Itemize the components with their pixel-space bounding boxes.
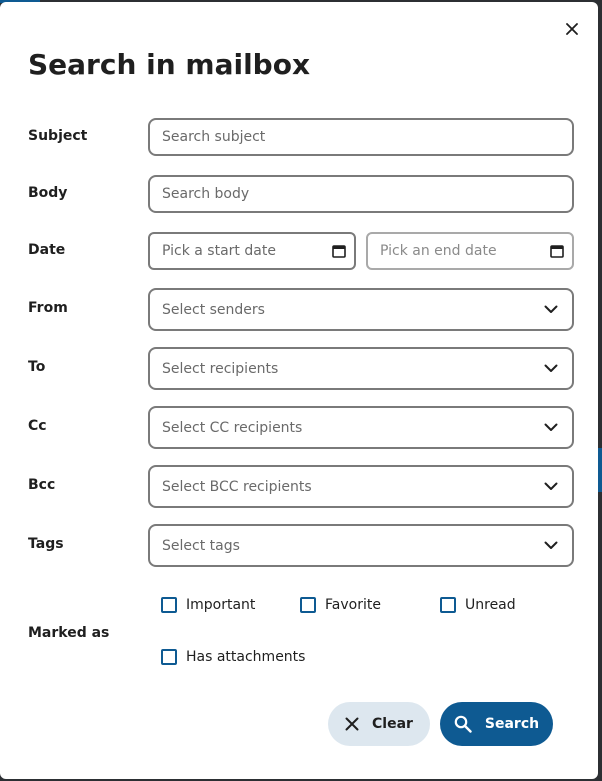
search-icon xyxy=(454,715,472,733)
end-date-placeholder: Pick an end date xyxy=(380,243,497,259)
search-label: Search xyxy=(484,716,540,732)
cc-label: Cc xyxy=(28,418,47,434)
bcc-label: Bcc xyxy=(28,477,56,493)
clear-button[interactable]: Clear xyxy=(328,702,430,746)
from-select[interactable]: Select senders xyxy=(148,288,574,331)
favorite-checkbox[interactable]: Favorite xyxy=(300,597,381,613)
chevron-down-icon xyxy=(544,305,558,313)
subject-placeholder: Search subject xyxy=(162,129,266,145)
body-label: Body xyxy=(28,185,68,201)
has-attachments-label: Has attachments xyxy=(186,649,306,665)
tags-placeholder: Select tags xyxy=(162,537,240,554)
unread-label: Unread xyxy=(465,597,516,613)
search-dialog: Search in mailbox Subject Search subject… xyxy=(0,2,598,779)
has-attachments-checkbox[interactable]: Has attachments xyxy=(161,649,305,665)
body-placeholder: Search body xyxy=(162,186,250,202)
end-date-input[interactable]: Pick an end date xyxy=(366,232,574,270)
unread-checkbox[interactable]: Unread xyxy=(440,597,516,613)
background-app-accent xyxy=(598,448,602,492)
checkbox-box[interactable] xyxy=(300,597,316,613)
cc-select[interactable]: Select CC recipients xyxy=(148,406,574,449)
favorite-label: Favorite xyxy=(325,597,381,613)
marked-as-label: Marked as xyxy=(28,625,110,641)
calendar-icon[interactable] xyxy=(550,244,564,258)
to-label: To xyxy=(28,359,46,375)
start-date-input[interactable]: Pick a start date xyxy=(148,232,356,270)
to-select[interactable]: Select recipients xyxy=(148,347,574,390)
from-label: From xyxy=(28,300,68,316)
clear-label: Clear xyxy=(372,716,413,732)
chevron-down-icon xyxy=(544,423,558,431)
close-button[interactable] xyxy=(561,18,583,40)
body-input[interactable]: Search body xyxy=(148,175,574,213)
important-checkbox[interactable]: Important xyxy=(161,597,255,613)
date-label: Date xyxy=(28,242,66,258)
search-button[interactable]: Search xyxy=(440,702,553,746)
from-placeholder: Select senders xyxy=(162,301,265,318)
tags-select[interactable]: Select tags xyxy=(148,524,574,567)
tags-label: Tags xyxy=(28,536,64,552)
start-date-placeholder: Pick a start date xyxy=(162,243,276,259)
close-icon xyxy=(566,23,578,35)
close-icon xyxy=(345,717,359,731)
chevron-down-icon xyxy=(544,541,558,549)
chevron-down-icon xyxy=(544,482,558,490)
subject-label: Subject xyxy=(28,128,88,144)
checkbox-box[interactable] xyxy=(161,649,177,665)
bcc-select[interactable]: Select BCC recipients xyxy=(148,465,574,508)
subject-input[interactable]: Search subject xyxy=(148,118,574,156)
chevron-down-icon xyxy=(544,364,558,372)
bcc-placeholder: Select BCC recipients xyxy=(162,478,312,495)
checkbox-box[interactable] xyxy=(440,597,456,613)
dialog-title: Search in mailbox xyxy=(28,48,311,81)
checkbox-box[interactable] xyxy=(161,597,177,613)
calendar-icon[interactable] xyxy=(332,244,346,258)
important-label: Important xyxy=(186,597,256,613)
to-placeholder: Select recipients xyxy=(162,360,279,377)
cc-placeholder: Select CC recipients xyxy=(162,419,303,436)
